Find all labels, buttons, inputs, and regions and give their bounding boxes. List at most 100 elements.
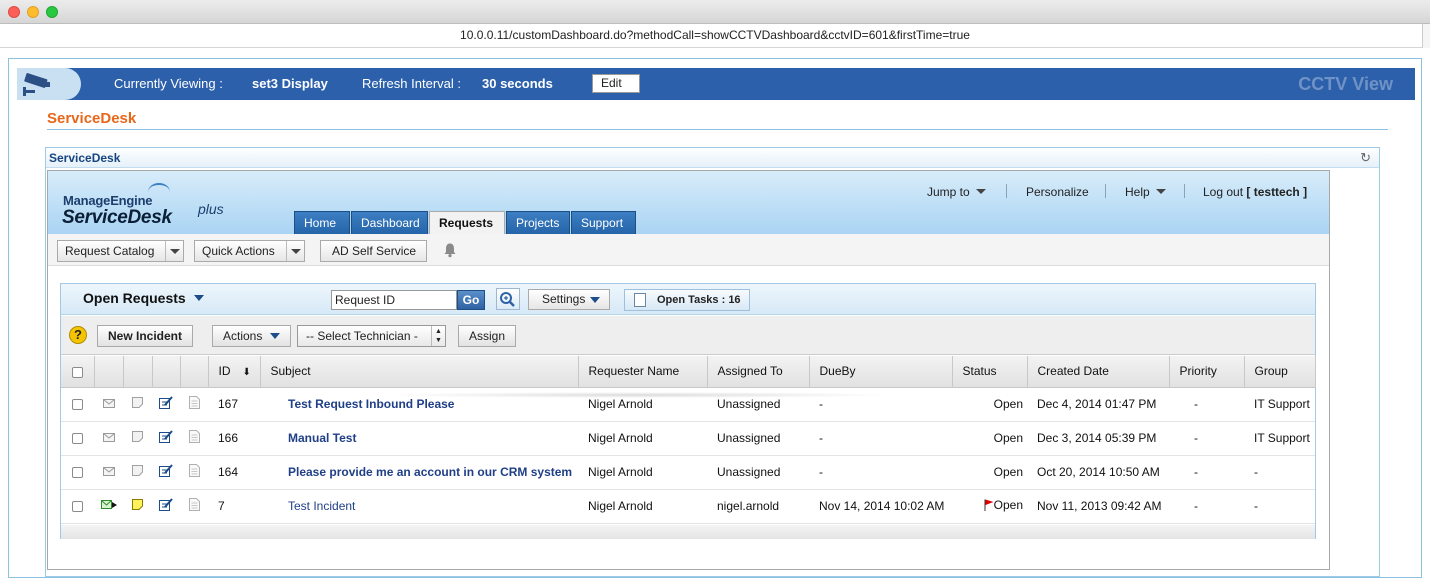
chevron-down-icon[interactable] bbox=[286, 241, 304, 261]
priority-value: - bbox=[1194, 499, 1198, 513]
edit-button[interactable]: Edit bbox=[592, 74, 640, 93]
document-icon[interactable] bbox=[188, 396, 200, 412]
advanced-search-button[interactable] bbox=[496, 288, 520, 310]
cell-id-value: 166 bbox=[218, 431, 239, 445]
edit-icon[interactable] bbox=[159, 464, 173, 480]
column-header-subject[interactable]: Subject bbox=[260, 356, 579, 388]
cell-id-value: 167 bbox=[218, 397, 239, 411]
tab-requests[interactable]: Requests bbox=[429, 211, 505, 234]
quick-actions-button[interactable]: Quick Actions bbox=[194, 240, 305, 262]
note-icon[interactable] bbox=[132, 397, 143, 411]
edit-icon[interactable] bbox=[159, 396, 173, 412]
cell-status: Open bbox=[952, 387, 1027, 422]
email-icon[interactable] bbox=[102, 397, 115, 411]
note-icon[interactable] bbox=[132, 499, 143, 513]
cell-status: Open bbox=[952, 455, 1027, 490]
cell-id: 7 bbox=[208, 489, 260, 524]
tab-projects[interactable]: Projects bbox=[506, 211, 570, 234]
cell-dueby: - bbox=[809, 421, 952, 456]
window-titlebar bbox=[0, 0, 1430, 24]
refresh-icon[interactable]: ↻ bbox=[1360, 150, 1371, 166]
new-incident-button[interactable]: New Incident bbox=[97, 325, 194, 347]
row-checkbox[interactable] bbox=[72, 501, 83, 513]
request-subject-link[interactable]: Manual Test bbox=[288, 431, 356, 445]
table-row[interactable]: 166 Manual Test Nigel Arnold Unassigned - Ope… bbox=[61, 421, 1315, 456]
select-all-checkbox[interactable] bbox=[71, 366, 83, 378]
actions-button[interactable]: Actions bbox=[212, 325, 292, 347]
edit-icon[interactable] bbox=[159, 498, 173, 514]
chevron-down-icon bbox=[270, 333, 281, 339]
ad-self-service-button[interactable]: AD Self Service bbox=[320, 240, 427, 262]
sort-icon[interactable]: ⬇ bbox=[243, 367, 251, 378]
cell-assigned-to: Unassigned bbox=[707, 421, 809, 456]
column-header-status[interactable]: Status bbox=[952, 356, 1028, 388]
column-header-dueby[interactable]: DueBy bbox=[809, 356, 953, 388]
close-window-button[interactable] bbox=[8, 6, 20, 18]
status-value: Open bbox=[993, 431, 1023, 445]
notification-bell-icon[interactable] bbox=[442, 242, 458, 258]
cell-created-date-value: Nov 11, 2013 09:42 AM bbox=[1037, 499, 1162, 513]
chevron-down-icon[interactable] bbox=[165, 241, 183, 261]
help-icon[interactable]: ? bbox=[69, 326, 87, 344]
column-header-priority[interactable]: Priority bbox=[1169, 356, 1245, 388]
email-icon[interactable] bbox=[102, 431, 115, 445]
request-subject-link[interactable]: Please provide me an account in our CRM … bbox=[288, 465, 572, 479]
email-reply-icon[interactable] bbox=[100, 499, 117, 513]
note-icon[interactable] bbox=[132, 465, 143, 479]
tab-dashboard[interactable]: Dashboard bbox=[351, 211, 428, 234]
cell-group: - bbox=[1244, 489, 1315, 524]
column-header-assigned-to[interactable]: Assigned To bbox=[707, 356, 810, 388]
help-menu[interactable]: Help bbox=[1125, 185, 1166, 199]
edit-icon[interactable] bbox=[159, 430, 173, 446]
refresh-interval-value: 30 seconds bbox=[482, 76, 553, 91]
document-icon[interactable] bbox=[188, 464, 200, 480]
request-catalog-button[interactable]: Request Catalog bbox=[57, 240, 184, 262]
logo-servicedesk: ServiceDesk bbox=[62, 207, 172, 228]
settings-label: Settings bbox=[542, 292, 586, 306]
cell-created-date-value: Oct 20, 2014 10:50 AM bbox=[1037, 465, 1160, 479]
column-header-requester[interactable]: Requester Name bbox=[578, 356, 708, 388]
column-header-id[interactable]: ID ⬇ bbox=[208, 356, 261, 388]
assign-button[interactable]: Assign bbox=[458, 325, 517, 347]
column-header-group[interactable]: Group bbox=[1244, 356, 1316, 388]
header-icon-col bbox=[152, 356, 181, 388]
search-input[interactable] bbox=[331, 290, 457, 310]
cell-dueby-value: - bbox=[819, 431, 823, 445]
tab-home[interactable]: Home bbox=[294, 211, 350, 234]
note-icon-cell bbox=[123, 421, 152, 456]
go-button[interactable]: Go bbox=[457, 290, 485, 310]
row-checkbox[interactable] bbox=[72, 399, 83, 411]
minimize-window-button[interactable] bbox=[27, 6, 39, 18]
view-selector[interactable]: Open Requests bbox=[83, 290, 204, 306]
row-checkbox[interactable] bbox=[72, 467, 83, 479]
request-subject-link[interactable]: Test Request Inbound Please bbox=[288, 397, 454, 411]
select-technician-dropdown[interactable]: -- Select Technician - ▲ ▼ bbox=[297, 325, 446, 347]
settings-button[interactable]: Settings bbox=[528, 289, 610, 310]
cell-created-date-value: Dec 3, 2014 05:39 PM bbox=[1037, 431, 1157, 445]
note-icon[interactable] bbox=[132, 431, 143, 445]
mail-icon-cell bbox=[94, 387, 123, 422]
jump-to-menu[interactable]: Jump to bbox=[927, 185, 986, 199]
drop-shadow bbox=[380, 392, 900, 398]
personalize-link[interactable]: Personalize bbox=[1026, 185, 1089, 199]
table-row[interactable]: 7 Test Incident Nigel Arnold nigel.arnold No… bbox=[61, 489, 1315, 524]
cell-created-date-value: Dec 4, 2014 01:47 PM bbox=[1037, 397, 1157, 411]
row-checkbox[interactable] bbox=[72, 433, 83, 445]
topnav-divider bbox=[1006, 184, 1007, 198]
cell-id-value: 7 bbox=[218, 499, 225, 513]
table-row[interactable]: 164 Please provide me an account in our C… bbox=[61, 455, 1315, 490]
request-subject-link[interactable]: Test Incident bbox=[288, 499, 355, 513]
column-header-created-date[interactable]: Created Date bbox=[1027, 356, 1170, 388]
logout-link[interactable]: Log out [ testtech ] bbox=[1203, 185, 1307, 199]
zoom-window-button[interactable] bbox=[46, 6, 58, 18]
address-bar[interactable]: 10.0.0.11/customDashboard.do?methodCall=… bbox=[0, 24, 1430, 48]
email-icon[interactable] bbox=[102, 465, 115, 479]
quick-actions-label: Quick Actions bbox=[202, 244, 275, 258]
scrollbar[interactable] bbox=[1422, 24, 1430, 48]
tab-support[interactable]: Support bbox=[571, 211, 636, 234]
document-icon[interactable] bbox=[188, 498, 200, 514]
open-tasks-button[interactable]: Open Tasks : 16 bbox=[624, 289, 750, 311]
cell-created-date: Nov 11, 2013 09:42 AM bbox=[1027, 489, 1169, 524]
document-icon[interactable] bbox=[188, 430, 200, 446]
header-icon-col bbox=[94, 356, 124, 388]
